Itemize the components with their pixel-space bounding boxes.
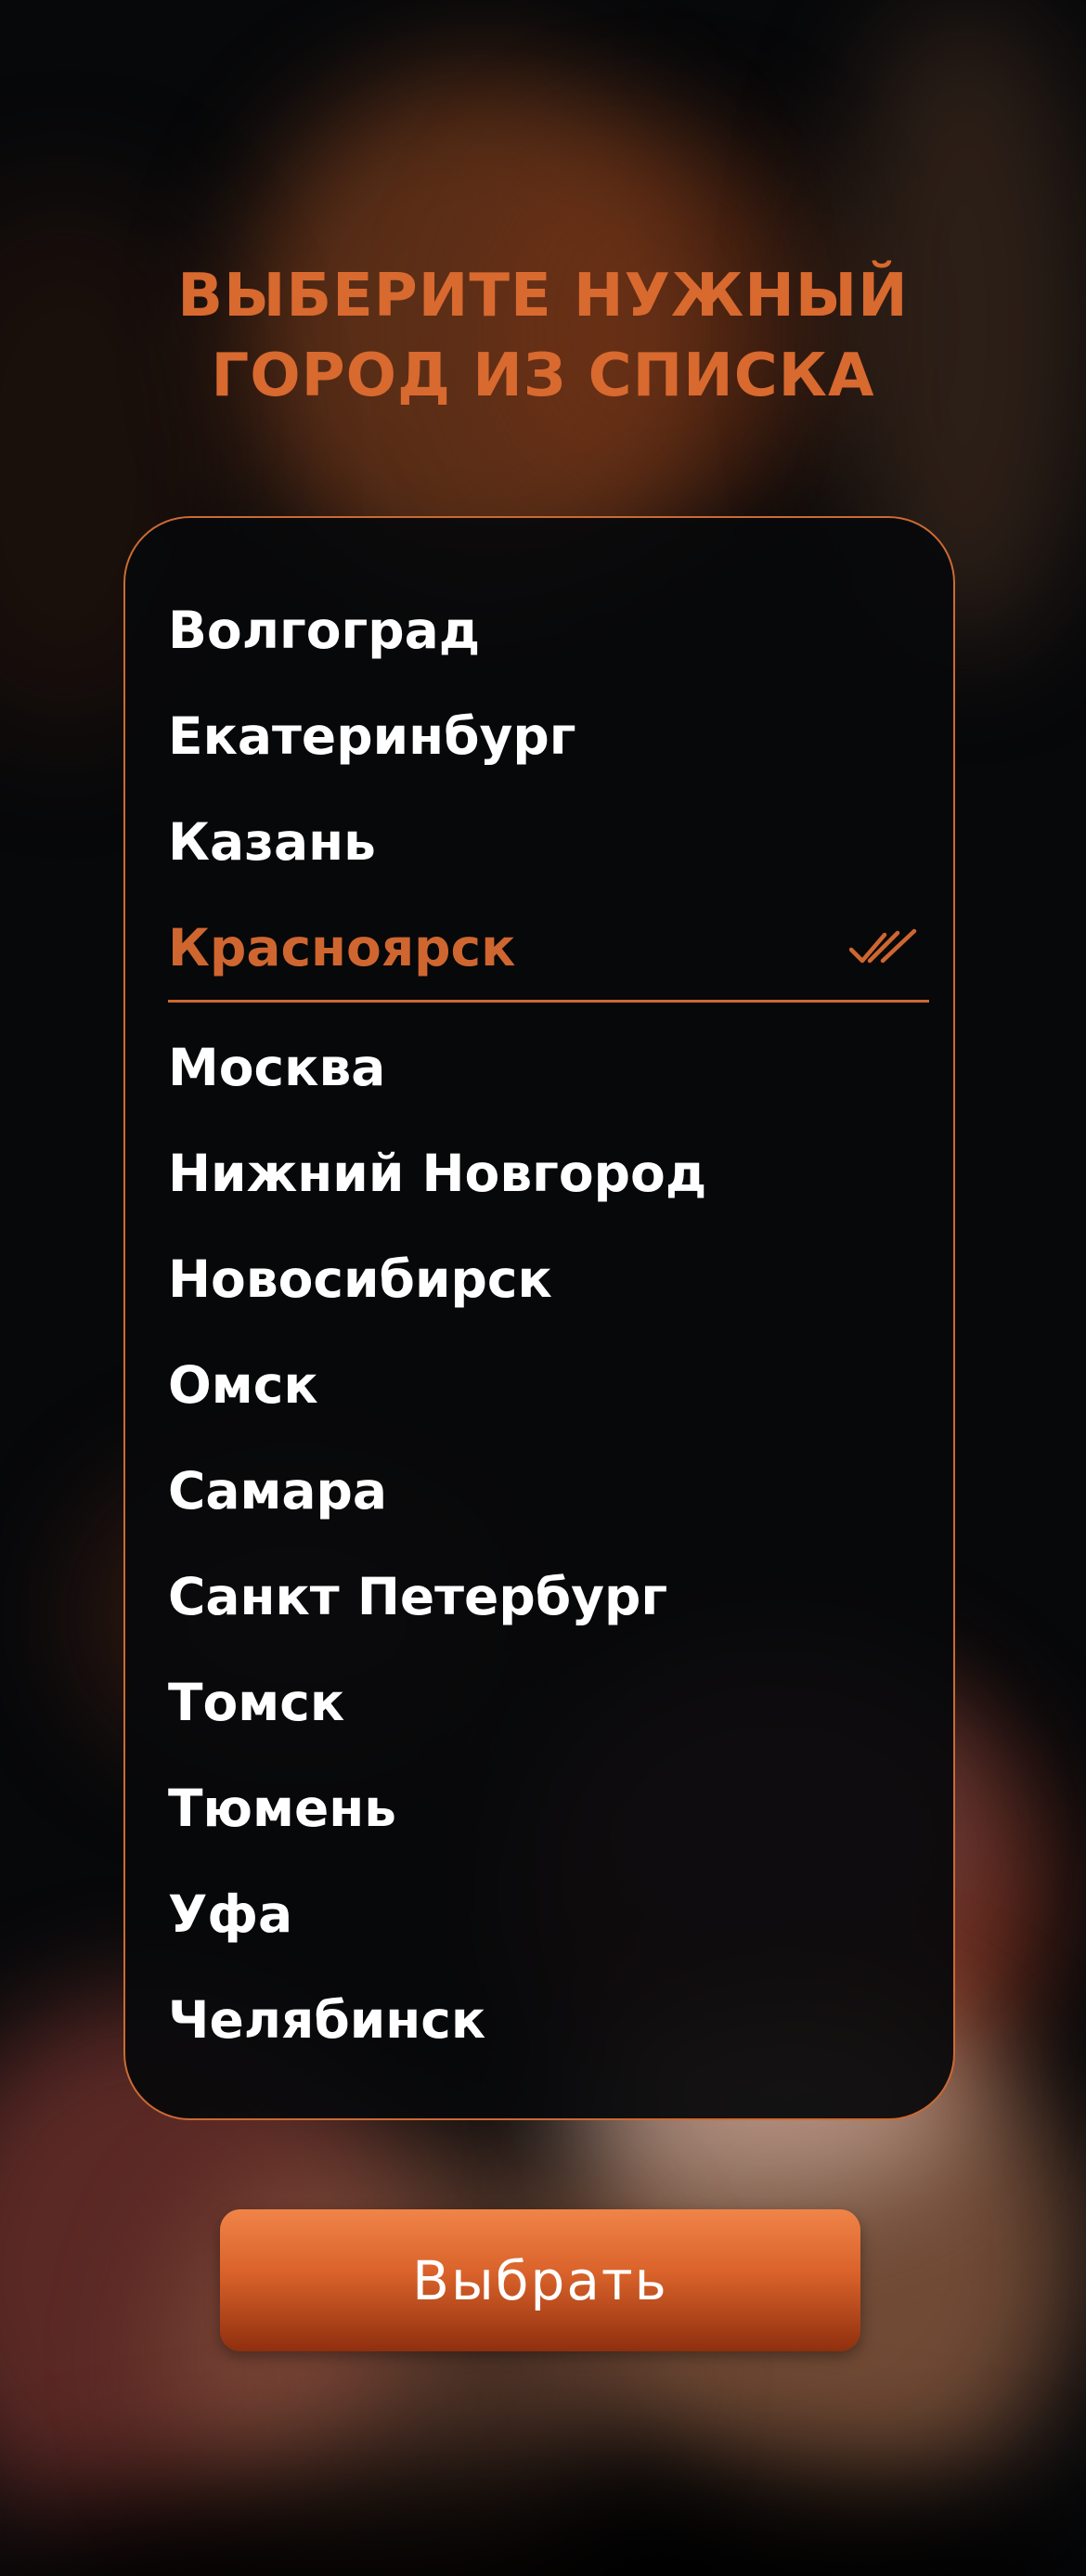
city-label: Томск [168,1673,345,1732]
city-item-moskva[interactable]: Москва [168,1035,929,1100]
city-label: Тюмень [168,1779,397,1838]
city-item-tyumen[interactable]: Тюмень [168,1776,929,1841]
select-city-button[interactable]: Выбрать [220,2209,860,2351]
city-item-nizhny-novgorod[interactable]: Нижний Новгород [168,1141,929,1206]
city-item-ekaterinburg[interactable]: Екатеринбург [168,704,929,769]
double-check-icon [849,928,917,964]
city-item-ufa[interactable]: Уфа [168,1882,929,1947]
city-label: Казань [168,812,376,872]
city-label: Новосибирск [168,1249,552,1309]
city-item-chelyabinsk[interactable]: Челябинск [168,1987,929,2052]
city-label: Самара [168,1461,388,1521]
city-label: Санкт Петербург [168,1567,668,1626]
city-item-novosibirsk[interactable]: Новосибирск [168,1247,929,1312]
city-item-samara[interactable]: Самара [168,1458,929,1523]
page-title-line-2: ГОРОД ИЗ СПИСКА [211,342,875,410]
city-item-kazan[interactable]: Казань [168,809,929,874]
city-label: Челябинск [168,1990,486,2050]
city-label: Екатеринбург [168,706,576,766]
city-item-tomsk[interactable]: Томск [168,1670,929,1735]
city-item-sankt-peterburg[interactable]: Санкт Петербург [168,1564,929,1629]
city-label: Омск [168,1355,318,1415]
city-label: Уфа [168,1884,293,1944]
page-title-line-1: ВЫБЕРИТЕ НУЖНЫЙ [177,262,909,330]
city-item-volgograd[interactable]: Волгоград [168,598,929,663]
city-list[interactable]: Волгоград Екатеринбург Казань Красноярск… [123,516,955,2120]
city-label: Нижний Новгород [168,1144,707,1203]
city-item-krasnoyarsk[interactable]: Красноярск [168,915,929,1003]
city-item-omsk[interactable]: Омск [168,1353,929,1417]
city-label: Москва [168,1038,386,1097]
page-title: ВЫБЕРИТЕ НУЖНЫЙ ГОРОД ИЗ СПИСКА [0,256,1086,416]
city-label: Красноярск [168,918,516,977]
city-label: Волгоград [168,601,481,660]
